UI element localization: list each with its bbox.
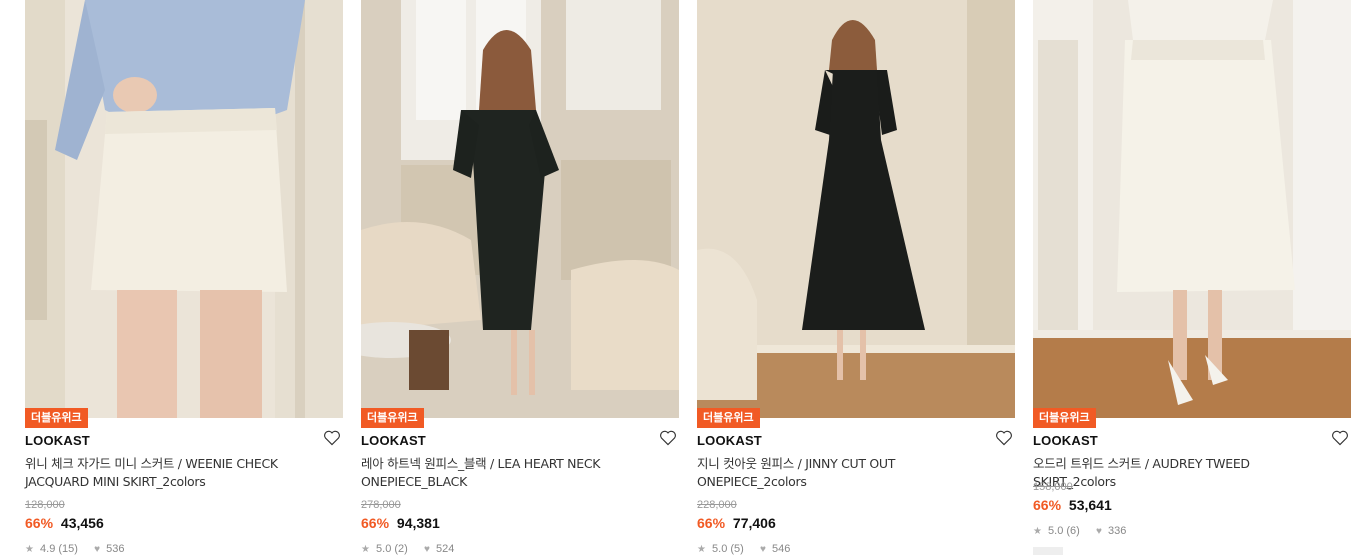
original-price: 158,000 — [1033, 481, 1073, 493]
heart-filled-icon: ♥ — [423, 543, 430, 555]
heart-filled-icon: ♥ — [1095, 525, 1102, 537]
like-count: 536 — [106, 543, 125, 555]
sale-price: 43,456 — [60, 515, 104, 531]
rating: 5.0 — [376, 543, 392, 555]
product-name[interactable]: 오드리 트위드 스커트 / AUDREY TWEED SKIRT_2colors — [1033, 455, 1333, 491]
promo-badge: 더블유위크 — [697, 408, 760, 428]
product-name[interactable]: 레아 하트넥 원피스_블랙 / LEA HEART NECK ONEPIECE_… — [361, 455, 661, 491]
tag-chip — [1033, 547, 1063, 555]
promo-badge: 더블유위크 — [1033, 408, 1096, 428]
review-count: (6) — [1066, 525, 1080, 538]
rating: 5.0 — [712, 543, 728, 555]
price-row: 66% 77,406 — [697, 515, 776, 531]
review-count: (2) — [394, 543, 408, 555]
heart-outline-icon[interactable] — [1331, 430, 1349, 446]
star-icon: ★ — [25, 543, 34, 555]
original-price: 128,000 — [25, 499, 65, 511]
star-icon: ★ — [697, 543, 706, 555]
product-meta: ★ 4.9 (15) ♥ 536 — [25, 543, 124, 555]
star-icon: ★ — [1033, 525, 1042, 537]
product-name[interactable]: 지니 컷아웃 원피스 / JINNY CUT OUT ONEPIECE_2col… — [697, 455, 997, 491]
heart-outline-icon[interactable] — [659, 430, 677, 446]
price-row: 66% 53,641 — [1033, 497, 1112, 513]
discount-rate: 66% — [1033, 497, 1062, 513]
original-price: 228,000 — [697, 499, 737, 511]
product-name[interactable]: 위니 체크 자가드 미니 스커트 / WEENIE CHECK JACQUARD… — [25, 455, 325, 491]
original-price: 278,000 — [361, 499, 401, 511]
product-image[interactable] — [697, 0, 1015, 418]
brand-name[interactable]: LOOKAST — [25, 433, 90, 448]
rating: 4.9 — [40, 543, 56, 555]
rating: 5.0 — [1048, 525, 1064, 538]
sale-price: 94,381 — [396, 515, 440, 531]
heart-outline-icon[interactable] — [323, 430, 341, 446]
product-grid: 더블유위크 LOOKAST 위니 체크 자가드 미니 스커트 / WEENIE … — [0, 0, 1360, 555]
promo-badge: 더블유위크 — [25, 408, 88, 428]
brand-name[interactable]: LOOKAST — [361, 433, 426, 448]
star-icon: ★ — [361, 543, 370, 555]
heart-filled-icon: ♥ — [759, 543, 766, 555]
heart-filled-icon: ♥ — [94, 543, 101, 555]
price-row: 66% 94,381 — [361, 515, 440, 531]
product-image[interactable] — [361, 0, 679, 418]
product-image[interactable] — [1033, 0, 1351, 418]
product-meta: ★ 5.0 (6) ♥ 336 — [1033, 525, 1126, 537]
review-count: (15) — [58, 543, 78, 555]
price-row: 66% 43,456 — [25, 515, 104, 531]
like-count: 546 — [771, 543, 791, 555]
discount-rate: 66% — [697, 515, 726, 531]
brand-name[interactable]: LOOKAST — [1033, 433, 1098, 448]
like-count: 336 — [1107, 525, 1127, 538]
like-count: 524 — [435, 543, 455, 555]
product-card[interactable]: 더블유위크 LOOKAST 위니 체크 자가드 미니 스커트 / WEENIE … — [25, 0, 343, 555]
product-card[interactable]: 더블유위크 LOOKAST 오드리 트위드 스커트 / AUDREY TWEED… — [1033, 0, 1351, 555]
promo-badge: 더블유위크 — [361, 408, 424, 428]
discount-rate: 66% — [361, 515, 390, 531]
sale-price: 53,641 — [1068, 497, 1112, 513]
sale-price: 77,406 — [732, 515, 776, 531]
product-card[interactable]: 더블유위크 LOOKAST 지니 컷아웃 원피스 / JINNY CUT OUT… — [697, 0, 1015, 555]
heart-outline-icon[interactable] — [995, 430, 1013, 446]
product-meta: ★ 5.0 (2) ♥ 524 — [361, 543, 454, 555]
product-image[interactable] — [25, 0, 343, 418]
product-meta: ★ 5.0 (5) ♥ 546 — [697, 543, 790, 555]
product-card[interactable]: 더블유위크 LOOKAST 레아 하트넥 원피스_블랙 / LEA HEART … — [361, 0, 679, 555]
brand-name[interactable]: LOOKAST — [697, 433, 762, 448]
discount-rate: 66% — [25, 515, 54, 531]
review-count: (5) — [730, 543, 744, 555]
